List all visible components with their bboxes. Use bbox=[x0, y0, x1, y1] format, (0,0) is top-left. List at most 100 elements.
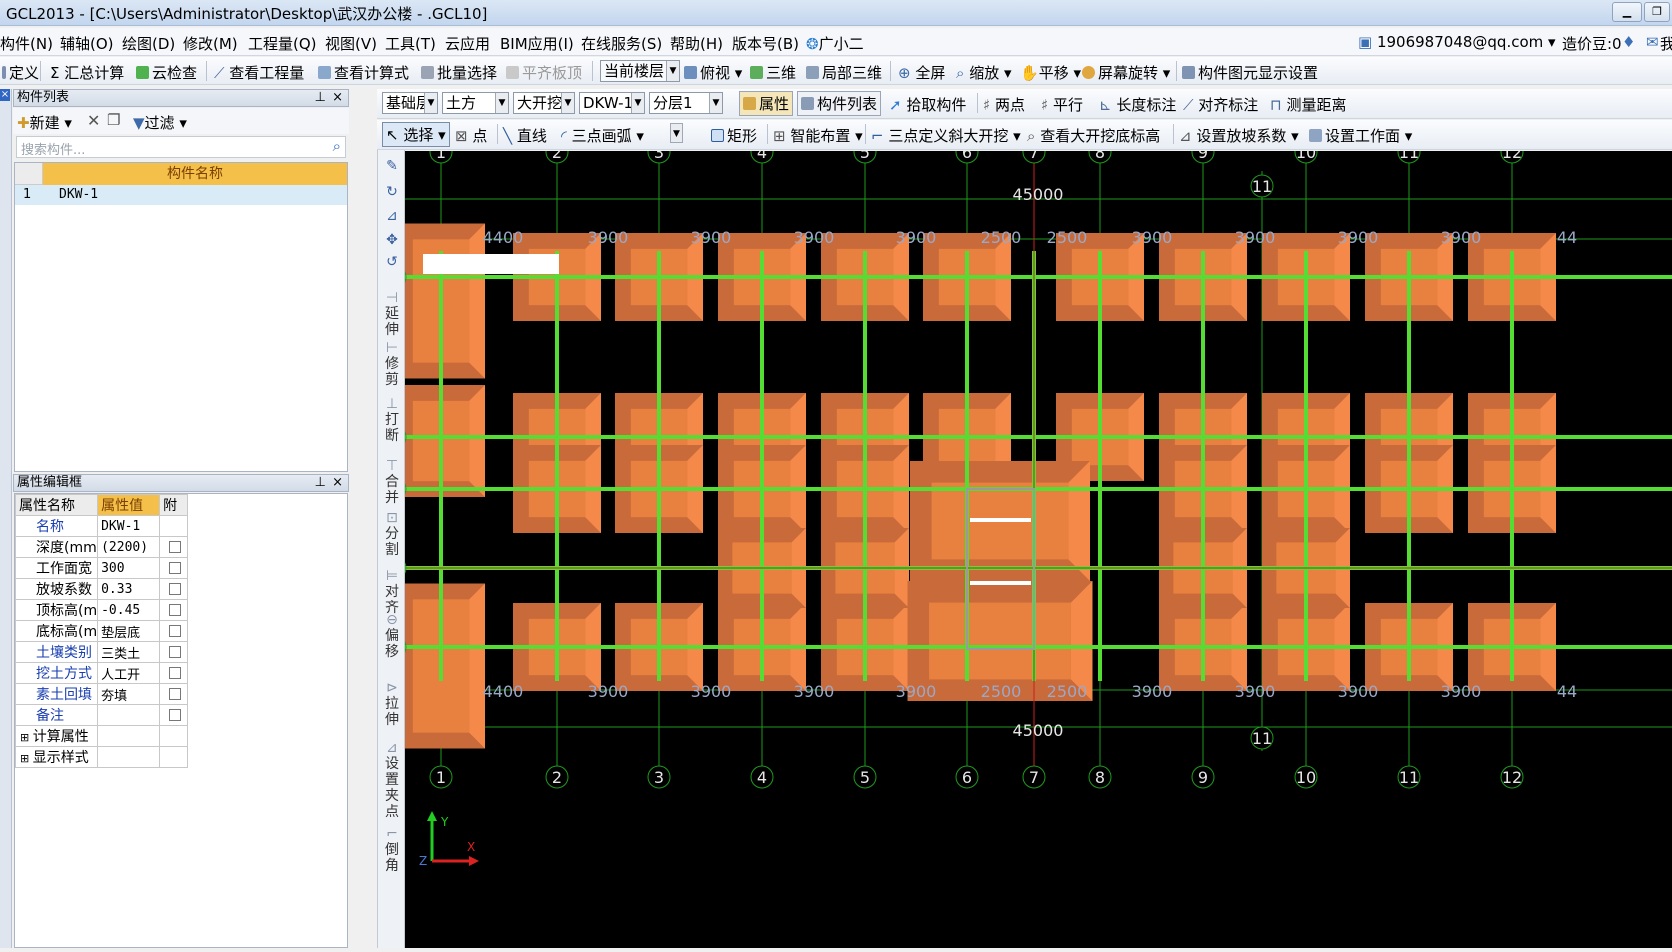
arc-options-combo[interactable]: ▼ bbox=[663, 123, 683, 145]
menu-help[interactable]: 帮助(H) bbox=[670, 33, 723, 54]
rotate-icon[interactable]: ↻ bbox=[381, 184, 403, 200]
maximize-button[interactable]: ❐ bbox=[1644, 2, 1670, 22]
message-icon[interactable]: ✉ bbox=[1646, 33, 1659, 51]
delete-icon[interactable]: ✕ bbox=[87, 111, 100, 130]
property-value[interactable]: 人工开 bbox=[98, 663, 160, 684]
menu-tools[interactable]: 工具(T) bbox=[385, 33, 436, 54]
3d-button[interactable]: 三维 bbox=[750, 62, 796, 83]
menu-aux-axis[interactable]: 辅轴(O) bbox=[60, 33, 114, 54]
expand-icon[interactable]: ⊞ bbox=[20, 731, 33, 744]
drawing-canvas[interactable]: 1122334455667788991010111112121111440044… bbox=[405, 151, 1672, 948]
property-value[interactable]: 夯填 bbox=[98, 684, 160, 705]
close-icon[interactable]: × bbox=[332, 90, 343, 106]
property-value[interactable]: 0.33 bbox=[98, 579, 160, 600]
attach-checkbox[interactable] bbox=[169, 667, 181, 679]
component-list-button[interactable]: 构件列表 bbox=[797, 91, 881, 116]
property-row[interactable]: 挖土方式人工开 bbox=[16, 663, 188, 684]
zoom-button[interactable]: ⌕ 缩放 ▾ bbox=[956, 62, 1012, 83]
menu-quantity[interactable]: 工程量(Q) bbox=[248, 33, 317, 54]
property-row[interactable]: 底标高(m垫层底 bbox=[16, 621, 188, 642]
attach-checkbox[interactable] bbox=[169, 562, 181, 574]
attach-checkbox[interactable] bbox=[169, 625, 181, 637]
cad-drawing[interactable]: 1122334455667788991010111112121111440044… bbox=[405, 151, 1672, 948]
attach-checkbox[interactable] bbox=[169, 688, 181, 700]
property-value[interactable]: 垫层底 bbox=[98, 621, 160, 642]
batch-select-button[interactable]: 批量选择 bbox=[421, 62, 497, 83]
property-value[interactable]: 300 bbox=[98, 558, 160, 579]
modify-tool-1[interactable]: ⊢修剪 bbox=[381, 340, 403, 388]
measure-distance-button[interactable]: ⊓ 测量距离 bbox=[1270, 94, 1347, 115]
menu-cloud[interactable]: 云应用 bbox=[445, 33, 490, 54]
property-row[interactable]: 工作面宽300 bbox=[16, 558, 188, 579]
property-row[interactable]: ⊞ 计算属性 bbox=[16, 726, 188, 747]
menu-version[interactable]: 版本号(B) bbox=[732, 33, 799, 54]
two-point-button[interactable]: ♯ 两点 bbox=[983, 94, 1025, 115]
smart-layout-button[interactable]: ⊞ 智能布置 ▾ bbox=[773, 125, 863, 146]
property-value[interactable] bbox=[98, 705, 160, 726]
type-combo[interactable]: 土方▼ bbox=[442, 92, 509, 114]
property-value[interactable]: 三类土 bbox=[98, 642, 160, 663]
property-row[interactable]: 素土回填夯填 bbox=[16, 684, 188, 705]
length-dim-button[interactable]: ⊾ 长度标注 bbox=[1099, 94, 1176, 115]
search-input[interactable]: 搜索构件... ⌕ bbox=[16, 136, 346, 158]
modify-tool-8[interactable]: ⊿设置夹点 bbox=[381, 740, 403, 820]
local-3d-button[interactable]: 局部三维 bbox=[806, 62, 882, 83]
undo-icon[interactable]: ↺ bbox=[381, 254, 403, 270]
slope-excavation-button[interactable]: ⌐ 三点定义斜大开挖 ▾ bbox=[871, 125, 1021, 146]
summary-calc-button[interactable]: Σ 汇总计算 bbox=[50, 62, 124, 83]
modify-tool-3[interactable]: ⊤合并 bbox=[381, 458, 403, 506]
close-icon[interactable]: × bbox=[332, 475, 343, 491]
menu-bim[interactable]: BIM应用(I) bbox=[500, 33, 574, 54]
view-bottom-elev-button[interactable]: ⌕ 查看大开挖底标高 bbox=[1027, 125, 1160, 146]
modify-tool-4[interactable]: ⊡分割 bbox=[381, 510, 403, 558]
line-button[interactable]: ╲ 直线 bbox=[503, 125, 547, 146]
attach-checkbox[interactable] bbox=[169, 583, 181, 595]
align-dim-button[interactable]: ⟋ 对齐标注 bbox=[1183, 94, 1258, 115]
notify-icon[interactable]: ♦ bbox=[1622, 33, 1635, 51]
property-value[interactable] bbox=[98, 747, 160, 768]
property-row[interactable]: 顶标高(m-0.45 bbox=[16, 600, 188, 621]
property-value[interactable] bbox=[98, 726, 160, 747]
display-settings-button[interactable]: 构件图元显示设置 bbox=[1182, 62, 1318, 83]
property-value[interactable]: (2200) bbox=[98, 537, 160, 558]
attach-checkbox[interactable] bbox=[169, 541, 181, 553]
property-row[interactable]: 名称DKW-1 bbox=[16, 516, 188, 537]
attach-checkbox[interactable] bbox=[169, 604, 181, 616]
screen-rotate-button[interactable]: 屏幕旋转 ▾ bbox=[1082, 62, 1170, 83]
property-row[interactable]: 放坡系数0.33 bbox=[16, 579, 188, 600]
modify-tool-7[interactable]: ⊳拉伸 bbox=[381, 680, 403, 728]
component-combo[interactable]: DKW-1▼ bbox=[579, 92, 645, 114]
new-button[interactable]: ✚新建 ▾ bbox=[17, 112, 72, 133]
slope-factor-button[interactable]: ⊿ 设置放坡系数 ▾ bbox=[1179, 125, 1299, 146]
menu-draw[interactable]: 绘图(D) bbox=[122, 33, 175, 54]
property-button[interactable]: 属性 bbox=[739, 91, 793, 116]
arc-button[interactable]: ◜ 三点画弧 ▾ bbox=[561, 125, 644, 146]
work-face-button[interactable]: 设置工作面 ▾ bbox=[1309, 125, 1412, 146]
pin-icon[interactable]: ⊥ bbox=[315, 475, 326, 491]
modify-tool-0[interactable]: ⊣延伸 bbox=[381, 290, 403, 338]
attach-checkbox[interactable] bbox=[169, 646, 181, 658]
layer-combo[interactable]: 分层1▼ bbox=[649, 92, 723, 114]
brush-icon[interactable]: ✎ bbox=[381, 158, 403, 174]
view-quantity-button[interactable]: ⟋ 查看工程量 bbox=[214, 62, 304, 83]
pick-component-button[interactable]: ➚ 拾取构件 bbox=[889, 94, 966, 115]
pin-icon[interactable]: ⊥ bbox=[315, 90, 326, 106]
move-icon[interactable]: ✥ bbox=[381, 232, 403, 248]
copy-icon[interactable]: ❐ bbox=[107, 111, 120, 129]
attach-checkbox[interactable] bbox=[169, 709, 181, 721]
parallel-button[interactable]: ♯ 平行 bbox=[1041, 94, 1083, 115]
property-row[interactable]: 备注 bbox=[16, 705, 188, 726]
modify-tool-2[interactable]: ⊥打断 bbox=[381, 396, 403, 444]
point-button[interactable]: ⊠ 点 bbox=[455, 125, 487, 146]
property-value[interactable]: DKW-1 bbox=[98, 516, 160, 537]
close-icon[interactable]: × bbox=[0, 89, 10, 101]
account-email[interactable]: ▣ 1906987048@qq.com ▾ bbox=[1358, 33, 1556, 51]
property-value[interactable]: -0.45 bbox=[98, 600, 160, 621]
menu-view[interactable]: 视图(V) bbox=[325, 33, 377, 54]
expand-icon[interactable]: ⊞ bbox=[20, 752, 33, 765]
modify-tool-5[interactable]: ⊨对齐 bbox=[381, 568, 403, 616]
filter-button[interactable]: ▼过滤 ▾ bbox=[133, 112, 187, 133]
cloud-check-button[interactable]: 云检查 bbox=[136, 62, 197, 83]
define-button[interactable]: 定义 bbox=[2, 62, 39, 83]
pan-button[interactable]: ✋平移 ▾ bbox=[1020, 62, 1081, 83]
